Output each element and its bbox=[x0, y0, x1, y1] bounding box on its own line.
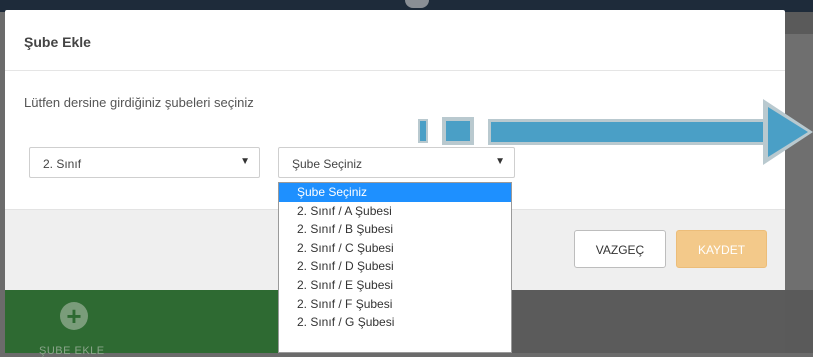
class-select-value: 2. Sınıf bbox=[43, 157, 82, 171]
branch-option[interactable]: 2. Sınıf / B Şubesi bbox=[279, 220, 511, 239]
modal-title: Şube Ekle bbox=[24, 34, 91, 50]
branch-option[interactable]: 2. Sınıf / E Şubesi bbox=[279, 276, 511, 295]
branch-option[interactable]: Şube Seçiniz bbox=[279, 183, 511, 202]
branch-option[interactable]: 2. Sınıf / F Şubesi bbox=[279, 295, 511, 314]
cancel-button[interactable]: VAZGEÇ bbox=[574, 230, 666, 268]
branch-option[interactable]: 2. Sınıf / G Şubesi bbox=[279, 313, 511, 332]
caret-down-icon: ▼ bbox=[240, 156, 250, 167]
annotation-arrow-icon bbox=[418, 99, 813, 165]
plus-icon: + bbox=[60, 302, 88, 330]
branch-option[interactable]: 2. Sınıf / A Şubesi bbox=[279, 202, 511, 221]
branch-option[interactable]: 2. Sınıf / D Şubesi bbox=[279, 257, 511, 276]
save-button[interactable]: KAYDET bbox=[676, 230, 767, 268]
branch-options-list[interactable]: Şube Seçiniz 2. Sınıf / A Şubesi 2. Sını… bbox=[278, 182, 512, 353]
background-tile bbox=[512, 289, 785, 353]
instruction-text: Lütfen dersine girdiğiniz şubeleri seçin… bbox=[24, 95, 254, 110]
modal-header: Şube Ekle bbox=[5, 10, 785, 71]
background-add-branch-tile: + ŞUBE EKLE bbox=[5, 289, 278, 357]
branch-select-value: Şube Seçiniz bbox=[292, 157, 363, 171]
class-select[interactable]: 2. Sınıf ▼ bbox=[29, 147, 260, 178]
background-tile-label: ŞUBE EKLE bbox=[39, 345, 105, 357]
branch-option[interactable]: 2. Sınıf / C Şubesi bbox=[279, 239, 511, 258]
background-right-panel bbox=[785, 12, 813, 353]
